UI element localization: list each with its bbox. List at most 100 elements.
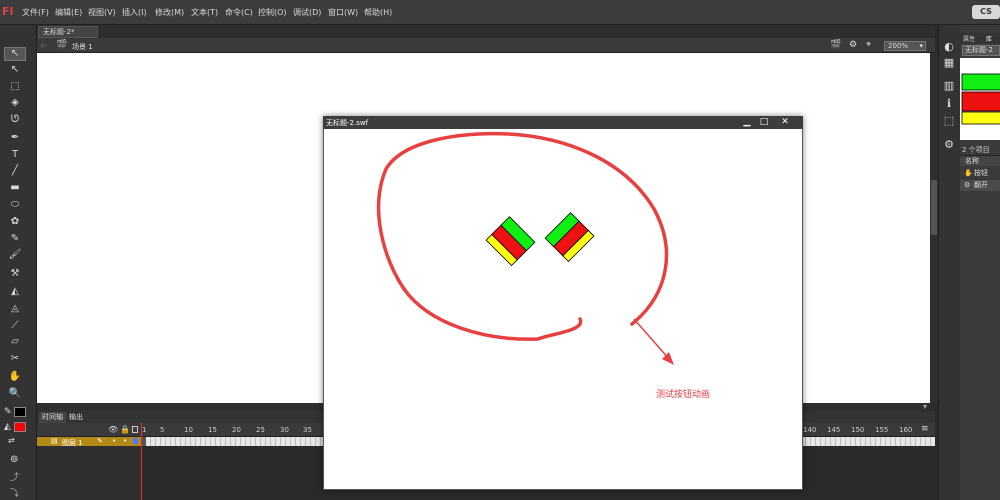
lasso-icon[interactable]: ᘎ [4, 113, 26, 127]
transform-icon[interactable]: ⬚ [941, 114, 957, 128]
swf-content [376, 131, 674, 365]
timeline-collapse-icon[interactable]: ▾ [923, 402, 927, 411]
menu-modify[interactable]: 修改(M) [155, 7, 184, 18]
menu-edit[interactable]: 编辑(E) [55, 7, 82, 18]
smooth-icon[interactable]: ⤴ [10, 470, 22, 483]
menu-file[interactable]: 文件(F) [22, 7, 49, 18]
menu-help[interactable]: 帮助(H) [364, 7, 392, 18]
close-button[interactable]: ✕ [778, 117, 792, 127]
info-icon[interactable]: ℹ [941, 97, 957, 111]
swatches-icon[interactable]: ▦ [941, 56, 957, 70]
zoom-icon[interactable]: 🔍 [4, 387, 26, 401]
library-document-select[interactable]: 无标题-2 [962, 45, 1000, 56]
tab-properties[interactable]: 属性 [963, 34, 975, 43]
menu-debug[interactable]: 调试(D) [293, 7, 321, 18]
swf-title-bar[interactable] [323, 116, 803, 129]
pen-icon[interactable]: ✒ [4, 131, 26, 145]
app-logo: Fl [2, 5, 14, 18]
brush-icon[interactable]: 🖌 [4, 248, 26, 262]
swf-window-title: 无标题-2.swf [326, 119, 369, 127]
tab-output[interactable]: 输出 [66, 412, 86, 423]
vertical-scroll-thumb[interactable] [931, 180, 937, 235]
center-stage-icon[interactable]: ⌖ [866, 40, 871, 50]
visible-dot-icon[interactable]: • [112, 437, 116, 445]
frame-number: 145 [827, 426, 841, 434]
paint-bucket-icon[interactable]: ◭ [4, 285, 26, 299]
left-button-graphic[interactable] [485, 216, 536, 267]
line-icon[interactable]: ╱ [4, 164, 26, 178]
timeline-menu-icon[interactable]: ≡ [921, 424, 929, 434]
library-item-label: 翻开 [974, 181, 988, 189]
free-transform-icon[interactable]: ⬚ [4, 80, 26, 94]
library-item-label: 按钮 [974, 169, 988, 177]
frame-number: 25 [256, 426, 265, 434]
library-item[interactable]: ⚙ 翻开 [960, 180, 1000, 191]
text-icon[interactable]: T [4, 148, 26, 162]
button-symbol-icon: ✋ [964, 169, 973, 177]
frame-number: 1 [142, 426, 147, 434]
menu-window[interactable]: 窗口(W) [328, 7, 358, 18]
menu-commands[interactable]: 命令(C) [225, 7, 253, 18]
frame-number: 15 [208, 426, 217, 434]
lock-icon[interactable]: 🔒 [120, 425, 130, 434]
eraser-alt-icon[interactable]: ✂ [4, 352, 26, 366]
right-button-graphic[interactable] [544, 212, 595, 263]
stroke-pencil-icon: ✎ [4, 407, 12, 417]
selection-icon[interactable]: ↖ [4, 47, 26, 61]
straighten-icon[interactable]: ⤵ [10, 486, 22, 499]
rectangle-icon[interactable]: ▬ [4, 181, 26, 195]
eraser-icon[interactable]: ▱ [4, 335, 26, 349]
fill-color-swatch[interactable] [14, 422, 26, 432]
swap-colors-icon[interactable]: ⇄ [8, 436, 26, 446]
outline-color-icon[interactable] [133, 438, 138, 444]
color-panel-icon[interactable]: ◐ [941, 40, 957, 54]
menu-insert[interactable]: 插入(I) [122, 7, 147, 18]
align-icon[interactable]: ▥ [941, 79, 957, 93]
annotation-arrow-line [633, 318, 671, 361]
menu-control[interactable]: 控制(O) [258, 7, 287, 18]
document-tab[interactable]: 无标题-2* [38, 26, 98, 38]
library-name-header[interactable]: 名称 [960, 155, 1000, 166]
tab-timeline[interactable]: 时间轴 [39, 412, 66, 423]
menu-view[interactable]: 视图(V) [88, 7, 116, 18]
menu-text[interactable]: 文本(T) [191, 7, 218, 18]
pencil-icon[interactable]: ✎ [4, 232, 26, 246]
bone-icon[interactable]: ⚒ [4, 267, 26, 281]
outline-icon[interactable] [132, 426, 138, 433]
stroke-color-swatch[interactable] [14, 407, 26, 417]
components-icon[interactable]: ⚙ [941, 138, 957, 152]
oval-icon[interactable]: ⬭ [4, 198, 26, 212]
tab-library[interactable]: 库 [986, 34, 992, 43]
edit-bar [37, 38, 935, 53]
minimize-button[interactable]: ▁ [740, 117, 754, 127]
menu-bar [0, 0, 1000, 25]
3d-rotation-icon[interactable]: ◈ [4, 96, 26, 110]
annotation-text: 测试按钮动画 [656, 390, 711, 400]
frame-number: 35 [303, 426, 312, 434]
back-arrow-icon[interactable]: ⇦ [40, 41, 47, 50]
library-item[interactable]: ✋ 按钮 [960, 168, 1000, 179]
snap-magnet-icon[interactable]: ⊚ [10, 454, 22, 466]
movieclip-symbol-icon: ⚙ [964, 181, 971, 189]
document-tabs [37, 25, 935, 38]
ink-bottle-icon[interactable]: ◬ [4, 302, 26, 316]
layer-name[interactable]: 图层 1 [62, 438, 83, 448]
frame-number: 20 [232, 426, 241, 434]
maximize-button[interactable]: □ [757, 117, 771, 127]
playhead[interactable] [141, 423, 142, 500]
frame-number: 30 [280, 426, 289, 434]
eye-icon[interactable]: 👁 [108, 425, 118, 434]
subselection-icon[interactable]: ↖ [4, 63, 26, 77]
deco-icon[interactable]: ✿ [4, 215, 26, 229]
library-preview [960, 58, 1000, 140]
edit-scene-icon[interactable]: 🎬 [830, 40, 841, 50]
edit-symbols-icon[interactable]: ⚙ [849, 40, 857, 50]
frame-number: 150 [851, 426, 865, 434]
workspace-toggle[interactable]: CS [972, 5, 1000, 19]
hand-icon[interactable]: ✋ [4, 370, 26, 384]
scene-label[interactable]: 场景 1 [72, 42, 93, 52]
lock-dot-icon[interactable]: • [123, 437, 127, 445]
eyedropper-icon[interactable]: ⟋ [4, 319, 26, 333]
frame-number: 10 [184, 426, 193, 434]
zoom-select[interactable]: 200% ▾ [884, 41, 926, 51]
